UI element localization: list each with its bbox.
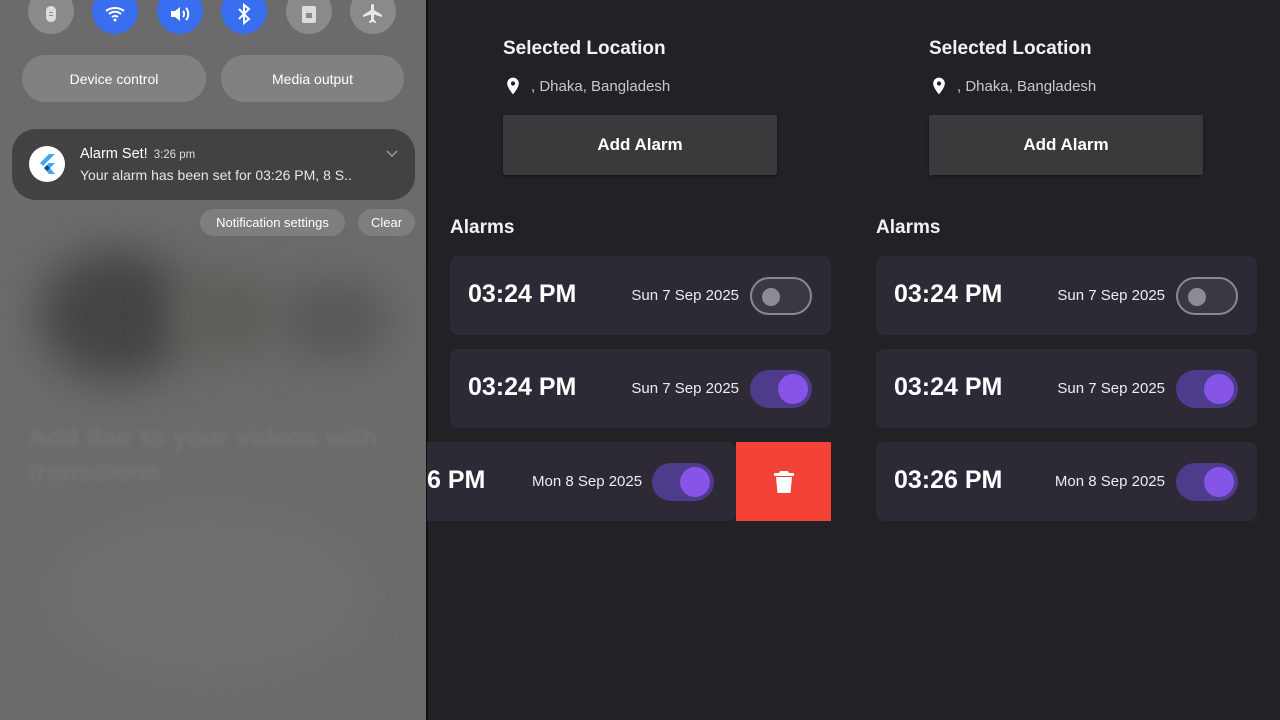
alarm-date: Sun 7 Sep 2025 (1057, 380, 1165, 397)
location-text: , Dhaka, Bangladesh (957, 77, 1097, 95)
alarm-time: 03:24 PM (894, 280, 1003, 308)
toggle-knob (1188, 288, 1206, 306)
alarms-heading: Alarms (450, 217, 515, 238)
bluetooth-toggle[interactable] (221, 0, 267, 34)
notification-settings-button[interactable]: Notification settings (200, 209, 345, 236)
wifi-toggle[interactable] (92, 0, 138, 34)
volume-icon (171, 7, 190, 21)
trash-icon (773, 470, 794, 493)
airplane-icon (363, 4, 382, 23)
location-text: , Dhaka, Bangladesh (531, 77, 671, 95)
blurred-app-background (0, 0, 426, 720)
toggle-knob (680, 467, 710, 497)
alarm-toggle[interactable] (750, 277, 812, 315)
notification-header: Alarm Set! 3:26 pm (80, 146, 195, 162)
bug-icon (46, 6, 56, 22)
alarm-card[interactable]: 6 PM Mon 8 Sep 2025 (427, 442, 736, 521)
alarm-card[interactable]: 03:24 PM Sun 7 Sep 2025 (450, 349, 831, 428)
alarm-time: 03:24 PM (468, 280, 577, 308)
alarm-time: 03:24 PM (468, 373, 577, 401)
alarm-toggle[interactable] (1176, 463, 1238, 501)
alarm-date: Mon 8 Sep 2025 (1054, 473, 1165, 490)
lock-icon (302, 6, 316, 23)
rotation-lock-toggle[interactable] (286, 0, 332, 34)
alarm-toggle[interactable] (652, 463, 714, 501)
media-output-button[interactable]: Media output (221, 55, 404, 102)
location-row: , Dhaka, Bangladesh (929, 76, 1096, 96)
alarm-date: Sun 7 Sep 2025 (1057, 287, 1165, 304)
alarm-notification[interactable]: Alarm Set! 3:26 pm Your alarm has been se… (12, 129, 415, 200)
alarm-app-panel-left: Selected Location , Dhaka, Bangladesh Ad… (427, 0, 853, 720)
app-icon-container (29, 146, 65, 182)
notification-body: Your alarm has been set for 03:26 PM, 8 … (80, 167, 352, 183)
notification-time: 3:26 pm (153, 149, 196, 161)
bug-toggle[interactable] (28, 0, 74, 34)
volume-toggle[interactable] (157, 0, 203, 34)
alarm-card[interactable]: 03:24 PM Sun 7 Sep 2025 (876, 349, 1257, 428)
alarm-toggle[interactable] (1176, 370, 1238, 408)
alarm-time: 03:26 PM (894, 466, 1003, 494)
device-control-button[interactable]: Device control (22, 55, 206, 102)
alarm-card[interactable]: 03:24 PM Sun 7 Sep 2025 (450, 256, 831, 335)
add-alarm-button[interactable]: Add Alarm (503, 115, 777, 175)
alarm-date: Sun 7 Sep 2025 (631, 380, 739, 397)
alarm-toggle[interactable] (750, 370, 812, 408)
swiped-alarm-row[interactable]: 6 PM Mon 8 Sep 2025 (427, 442, 831, 521)
quick-settings-row (0, 0, 426, 36)
alarm-card[interactable]: 03:26 PM Mon 8 Sep 2025 (876, 442, 1257, 521)
alarm-app-panel-right: Selected Location , Dhaka, Bangladesh Ad… (853, 0, 1279, 720)
bluetooth-icon (238, 2, 251, 26)
toggle-knob (762, 288, 780, 306)
location-pin-icon (507, 77, 519, 95)
location-row: , Dhaka, Bangladesh (503, 76, 670, 96)
clear-button[interactable]: Clear (358, 209, 415, 236)
add-alarm-button[interactable]: Add Alarm (929, 115, 1203, 175)
alarm-card[interactable]: 03:24 PM Sun 7 Sep 2025 (876, 256, 1257, 335)
alarm-toggle[interactable] (1176, 277, 1238, 315)
alarm-date: Sun 7 Sep 2025 (631, 287, 739, 304)
selected-location-title: Selected Location (929, 38, 1092, 59)
location-pin-icon (933, 77, 945, 95)
chevron-down-icon[interactable] (385, 146, 399, 160)
flutter-icon (40, 154, 55, 174)
alarm-date: Mon 8 Sep 2025 (532, 473, 643, 490)
toggle-knob (1204, 467, 1234, 497)
blurred-background-text: Add flair to your videos with transition… (28, 422, 378, 486)
alarm-time: 03:24 PM (894, 373, 1003, 401)
alarms-heading: Alarms (876, 217, 941, 238)
alarm-time: 6 PM (427, 466, 486, 494)
notification-title: Alarm Set! (80, 146, 148, 162)
wifi-icon (105, 7, 125, 22)
delete-action[interactable] (736, 442, 831, 521)
toggle-knob (778, 374, 808, 404)
toggle-knob (1204, 374, 1234, 404)
notification-shade: Add flair to your videos with transition… (0, 0, 426, 720)
selected-location-title: Selected Location (503, 38, 666, 59)
airplane-mode-toggle[interactable] (350, 0, 396, 34)
